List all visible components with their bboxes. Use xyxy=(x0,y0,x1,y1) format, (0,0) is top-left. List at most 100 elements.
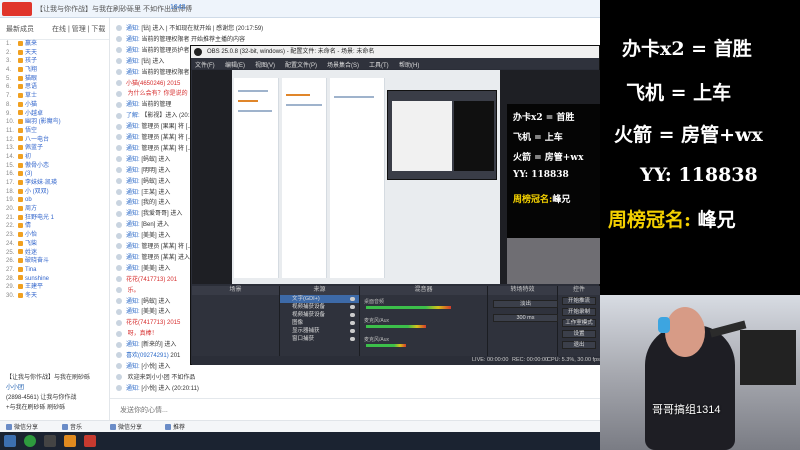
member-item[interactable]: 1. 赢来 xyxy=(0,40,109,49)
eye-icon[interactable] xyxy=(350,321,355,325)
member-item[interactable]: 3. 孩子 xyxy=(0,57,109,66)
menu-file[interactable]: 文件(F) xyxy=(195,60,215,69)
eye-icon[interactable] xyxy=(350,313,355,317)
message-user[interactable]: 通知: xyxy=(126,342,140,348)
message-user[interactable]: 花花(7417713) xyxy=(126,320,165,326)
member-item[interactable]: 10. 幽羽 (影魔鸟) xyxy=(0,118,109,127)
eye-icon[interactable] xyxy=(350,297,355,301)
group-item[interactable]: (2898-4561) 让我与你作战 xyxy=(0,393,109,403)
member-item[interactable]: 9. 小越卓 xyxy=(0,110,109,119)
member-item[interactable]: 8. 小猫 xyxy=(0,101,109,110)
message-user[interactable]: 通知: xyxy=(126,70,140,76)
menu-view[interactable]: 视图(V) xyxy=(255,60,275,69)
group-item[interactable]: 小小团 xyxy=(0,383,109,393)
message-user[interactable]: 通知: xyxy=(126,102,140,108)
message-user[interactable]: 通知: xyxy=(126,364,140,370)
member-item[interactable]: 23. 小怡 xyxy=(0,231,109,240)
message-user[interactable]: 通知: xyxy=(126,37,140,43)
message-user[interactable]: 通知: xyxy=(126,386,140,392)
group-item[interactable]: +与我在刷砂砾 刷砂砾 xyxy=(0,403,109,413)
mixer-level-meter[interactable] xyxy=(366,344,406,347)
message-user[interactable]: 通知: xyxy=(126,146,140,152)
eye-icon[interactable] xyxy=(350,305,355,309)
settings-button[interactable]: 设置 xyxy=(562,330,596,338)
member-item[interactable]: 21. 狂野电光 1 xyxy=(0,214,109,223)
tab-share-2[interactable]: 微信分享 xyxy=(110,422,142,431)
message-user[interactable]: 通知: xyxy=(126,48,140,54)
member-item[interactable]: 6. 思语 xyxy=(0,83,109,92)
menu-profile[interactable]: 配置文件(P) xyxy=(285,60,317,69)
source-item[interactable]: 文字(GDI+) xyxy=(280,295,359,303)
transition-select[interactable]: 淡出 xyxy=(493,300,558,308)
message-user[interactable]: 喜欢(09274291) xyxy=(126,353,169,359)
eye-icon[interactable] xyxy=(350,337,355,341)
source-item[interactable]: 显示器捕获 xyxy=(280,327,359,335)
member-item[interactable]: 29. 王建平 xyxy=(0,283,109,292)
member-item[interactable]: 16. (3) xyxy=(0,170,109,179)
message-user[interactable]: 了解: xyxy=(126,113,140,119)
menu-help[interactable]: 帮助(H) xyxy=(399,60,419,69)
member-list-actions[interactable]: 在线 | 管理 | 下载 xyxy=(52,24,105,34)
member-item[interactable]: 19. ob xyxy=(0,196,109,205)
member-item[interactable]: 22. 倩 xyxy=(0,222,109,231)
message-user[interactable]: 通知: xyxy=(126,190,140,196)
transition-duration[interactable]: 300 ms xyxy=(493,314,558,322)
chat-taskbar-icon[interactable] xyxy=(84,435,96,447)
tab-music[interactable]: 音乐 xyxy=(62,422,82,431)
member-item[interactable]: 5. 猫眼 xyxy=(0,75,109,84)
message-user[interactable]: 通知: xyxy=(126,222,140,228)
message-user[interactable]: 小猫(4650246) xyxy=(126,81,165,87)
message-user[interactable]: 通知: xyxy=(126,200,140,206)
start-icon[interactable] xyxy=(4,435,16,447)
menu-edit[interactable]: 编辑(E) xyxy=(225,60,245,69)
message-user[interactable]: 通知: xyxy=(126,124,140,130)
menu-tools[interactable]: 工具(T) xyxy=(369,60,389,69)
tab-recommend[interactable]: 推荐 xyxy=(165,422,185,431)
message-user[interactable]: 通知: xyxy=(126,255,140,261)
member-item[interactable]: 2. 天天 xyxy=(0,49,109,58)
start-stream-button[interactable]: 开始推流 xyxy=(562,297,596,305)
app-icon[interactable] xyxy=(24,435,36,447)
message-user[interactable]: 通知: xyxy=(126,233,140,239)
message-user[interactable]: 花花(7417713) xyxy=(126,277,165,283)
tab-share[interactable]: 微信分享 xyxy=(6,422,38,431)
member-item[interactable]: 30. 冬天 xyxy=(0,292,109,301)
member-item[interactable]: 28. sunshine xyxy=(0,275,109,284)
source-item[interactable]: 图像 xyxy=(280,319,359,327)
group-item[interactable]: 【让我与你作战】与我在刷砂砾 xyxy=(0,373,109,383)
eye-icon[interactable] xyxy=(350,329,355,333)
message-user[interactable]: 通知: xyxy=(126,168,140,174)
studio-mode-button[interactable]: 工作室模式 xyxy=(562,319,596,327)
source-item[interactable]: 视频捕获设备 xyxy=(280,303,359,311)
member-item[interactable]: 25. 姓迷 xyxy=(0,249,109,258)
menu-scenes[interactable]: 场景集合(S) xyxy=(327,60,359,69)
message-user[interactable]: 通知: xyxy=(126,211,140,217)
member-item[interactable]: 4. 飞翔 xyxy=(0,66,109,75)
member-item[interactable]: 18. 小 (双双) xyxy=(0,188,109,197)
member-item[interactable]: 27. Tina xyxy=(0,266,109,275)
message-user[interactable]: 通知: xyxy=(126,59,140,65)
exit-button[interactable]: 退出 xyxy=(562,341,596,349)
obs-preview[interactable]: 办卡x2 = 首胜 飞机 = 上车 火箭 = 房管+wx YY: 118838 … xyxy=(192,70,600,284)
message-user[interactable]: 通知: xyxy=(126,179,140,185)
member-item[interactable]: 7. 草士 xyxy=(0,92,109,101)
source-item[interactable]: 视频捕获设备 xyxy=(280,311,359,319)
obs-taskbar-icon[interactable] xyxy=(44,435,56,447)
start-record-button[interactable]: 开始录制 xyxy=(562,308,596,316)
message-user[interactable]: 通知: xyxy=(126,266,140,272)
source-item[interactable]: 窗口捕获 xyxy=(280,335,359,343)
chat-input[interactable] xyxy=(120,403,320,417)
member-item[interactable]: 24. 飞柴 xyxy=(0,240,109,249)
folder-icon[interactable] xyxy=(64,435,76,447)
member-item[interactable]: 20. 周方 xyxy=(0,205,109,214)
member-item[interactable]: 26. 破晓奋斗 xyxy=(0,257,109,266)
message-user[interactable]: 通知: xyxy=(126,135,140,141)
member-item[interactable]: 14. 初 xyxy=(0,153,109,162)
message-user[interactable]: 通知: xyxy=(126,309,140,315)
message-user[interactable]: 通知: xyxy=(126,157,140,163)
message-user[interactable]: 通知: xyxy=(126,299,140,305)
message-user[interactable]: 通知: xyxy=(126,26,140,32)
member-item[interactable]: 12. 八一电台 xyxy=(0,136,109,145)
member-item[interactable]: 15. 傲骨小恋 xyxy=(0,162,109,171)
mixer-level-meter[interactable] xyxy=(366,325,426,328)
